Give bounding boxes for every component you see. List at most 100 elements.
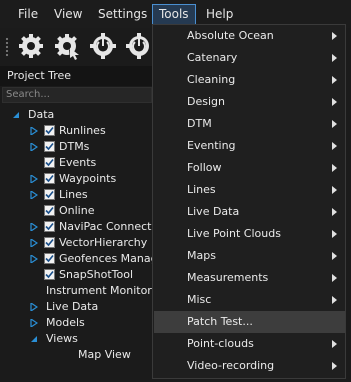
submenu-arrow-icon: [332, 230, 337, 238]
collapsed-arrow-icon[interactable]: [30, 223, 38, 231]
menu-item-measurements[interactable]: Measurements: [154, 267, 345, 289]
tree-node-navipac-connection[interactable]: NaviPac Connection: [30, 219, 152, 235]
menu-item-video-recording[interactable]: Video-recording: [154, 355, 345, 377]
submenu-arrow-icon: [332, 98, 337, 106]
checkbox-checked-icon[interactable]: [44, 237, 55, 248]
menu-item-maps[interactable]: Maps: [154, 245, 345, 267]
menu-item-live-data[interactable]: Live Data: [154, 201, 345, 223]
tree-node-live-data[interactable]: Live Data: [30, 299, 152, 315]
submenu-arrow-icon: [332, 296, 337, 304]
menu-item-label: Cleaning: [187, 73, 236, 86]
tree-node-label: Instrument Monitor: [46, 284, 152, 297]
menu-item-label: Measurements: [187, 271, 269, 284]
checkbox-checked-icon[interactable]: [44, 157, 55, 168]
menu-item-live-point-clouds[interactable]: Live Point Clouds: [154, 223, 345, 245]
menu-help[interactable]: Help: [200, 4, 239, 25]
menu-item-label: Live Point Clouds: [187, 227, 281, 240]
submenu-arrow-icon: [332, 208, 337, 216]
menu-item-patch-test[interactable]: Patch Test...: [154, 311, 345, 333]
tree-node-models[interactable]: Models: [30, 315, 152, 331]
menu-item-follow[interactable]: Follow: [154, 157, 345, 179]
tree-node-dtms[interactable]: DTMs: [30, 139, 152, 155]
tree-node-label: SnapShotTool: [59, 268, 134, 281]
collapsed-arrow-icon[interactable]: [30, 303, 38, 311]
menu-item-label: Misc: [187, 293, 212, 306]
tree-node-label: Events: [59, 156, 97, 169]
menu-settings[interactable]: Settings: [92, 4, 153, 25]
submenu-arrow-icon: [332, 340, 337, 348]
tree-node-snapshottool[interactable]: SnapShotTool: [30, 267, 152, 283]
tree-node-lines[interactable]: Lines: [30, 187, 152, 203]
tree-node-instrument-monitor[interactable]: Instrument Monitor: [46, 283, 152, 299]
tree-node-runlines[interactable]: Runlines: [30, 123, 152, 139]
tree-node-label: Live Data: [46, 300, 99, 313]
menu-item-label: Live Data: [187, 205, 240, 218]
menu-item-label: Lines: [187, 183, 216, 196]
tree-node-label: Geofences Manage: [59, 252, 152, 265]
checkbox-checked-icon[interactable]: [44, 189, 55, 200]
menu-item-label: Point-clouds: [187, 337, 254, 350]
collapsed-arrow-icon[interactable]: [30, 255, 38, 263]
checkbox-checked-icon[interactable]: [44, 173, 55, 184]
menu-file[interactable]: File: [12, 4, 44, 25]
menu-tools[interactable]: Tools: [152, 4, 196, 25]
collapsed-arrow-icon[interactable]: [30, 191, 38, 199]
menu-item-misc[interactable]: Misc: [154, 289, 345, 311]
submenu-arrow-icon: [332, 362, 337, 370]
tree-node-events[interactable]: Events: [30, 155, 152, 171]
checkbox-checked-icon[interactable]: [44, 253, 55, 264]
tree-node-label: Map View: [78, 348, 131, 361]
collapsed-arrow-icon[interactable]: [30, 127, 38, 135]
power-gear-icon-2[interactable]: [124, 31, 154, 61]
tree-node-label: VectorHierarchy: [59, 236, 148, 249]
tree-node-label: NaviPac Connection: [59, 220, 152, 233]
tree-node-label: Views: [46, 332, 78, 345]
submenu-arrow-icon: [332, 186, 337, 194]
menu-item-label: Patch Test...: [187, 315, 253, 328]
tools-menu: Absolute Ocean Catenary Cleaning Design …: [152, 24, 346, 379]
tree-node-vectorhierarchy[interactable]: VectorHierarchy: [30, 235, 152, 251]
menu-item-label: Absolute Ocean: [187, 29, 274, 42]
checkbox-checked-icon[interactable]: [44, 205, 55, 216]
gear-arrow-icon[interactable]: [52, 31, 82, 61]
tree-node-data[interactable]: Data: [12, 107, 152, 123]
collapsed-arrow-icon[interactable]: [30, 319, 38, 327]
collapsed-arrow-icon[interactable]: [30, 175, 38, 183]
tree-node-online[interactable]: Online: [30, 203, 152, 219]
menu-item-lines[interactable]: Lines: [154, 179, 345, 201]
submenu-arrow-icon: [332, 54, 337, 62]
menu-item-eventing[interactable]: Eventing: [154, 135, 345, 157]
menu-item-cleaning[interactable]: Cleaning: [154, 69, 345, 91]
menu-item-absolute-ocean[interactable]: Absolute Ocean: [154, 25, 345, 47]
checkbox-checked-icon[interactable]: [44, 141, 55, 152]
collapsed-arrow-icon[interactable]: [30, 143, 38, 151]
menu-item-catenary[interactable]: Catenary: [154, 47, 345, 69]
tree-node-geofences-manager[interactable]: Geofences Manage: [30, 251, 152, 267]
collapsed-arrow-icon[interactable]: [30, 239, 38, 247]
menu-item-dtm[interactable]: DTM: [154, 113, 345, 135]
checkbox-checked-icon[interactable]: [44, 221, 55, 232]
checkbox-checked-icon[interactable]: [44, 269, 55, 280]
checkbox-checked-icon[interactable]: [44, 125, 55, 136]
tree-node-label: Runlines: [59, 124, 106, 137]
menu-item-design[interactable]: Design: [154, 91, 345, 113]
project-tree: Data Runlines DTMs Events Waypoints Line…: [0, 105, 153, 382]
expanded-arrow-icon[interactable]: [30, 335, 38, 343]
tree-node-map-view[interactable]: Map View: [78, 347, 152, 363]
toolbar-grip[interactable]: [5, 37, 10, 57]
menu-view[interactable]: View: [48, 4, 88, 25]
submenu-arrow-icon: [332, 274, 337, 282]
menu-item-label: Video-recording: [187, 359, 275, 372]
tree-node-label: Models: [46, 316, 85, 329]
tree-node-label: Online: [59, 204, 95, 217]
submenu-arrow-icon: [332, 142, 337, 150]
menu-item-label: Follow: [187, 161, 222, 174]
expanded-arrow-icon[interactable]: [12, 111, 20, 119]
tree-node-views[interactable]: Views: [30, 331, 152, 347]
gear-icon[interactable]: [16, 31, 46, 61]
tree-node-waypoints[interactable]: Waypoints: [30, 171, 152, 187]
power-gear-icon[interactable]: [88, 31, 118, 61]
menu-item-point-clouds[interactable]: Point-clouds: [154, 333, 345, 355]
tree-node-label: Waypoints: [59, 172, 117, 185]
project-tree-search-input[interactable]: Search...: [2, 87, 152, 103]
